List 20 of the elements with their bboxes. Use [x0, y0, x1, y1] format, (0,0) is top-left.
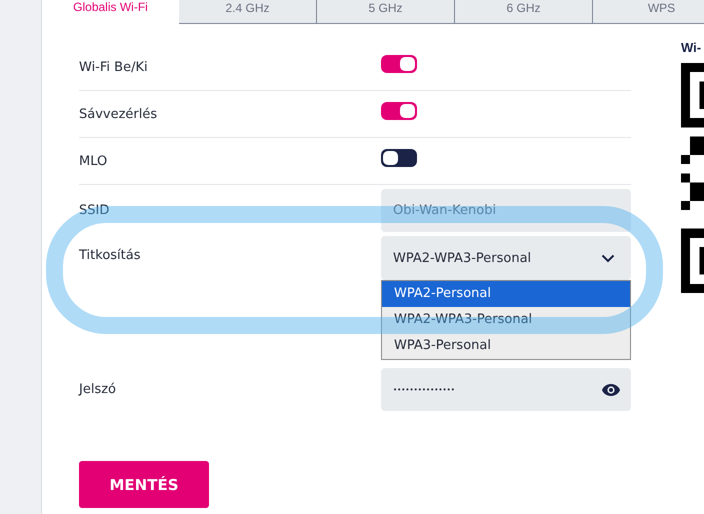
chevron-down-icon — [601, 254, 615, 262]
tab[interactable]: 5 GHz — [317, 0, 455, 24]
qr-title: Wi- — [681, 40, 702, 55]
setting-label: Titkosítás — [79, 247, 142, 263]
dropdown-option[interactable]: WPA2-Personal — [382, 281, 630, 307]
dropdown-option[interactable]: WPA3-Personal — [382, 333, 630, 359]
toggle-switch[interactable] — [381, 55, 417, 73]
eye-icon[interactable] — [601, 382, 621, 396]
setting-label: MLO — [79, 154, 108, 168]
save-button[interactable]: MENTÉS — [79, 461, 209, 508]
setting-label: Sávvezérlés — [79, 106, 158, 122]
encryption-select[interactable]: WPA2-WPA3-Personal — [381, 236, 631, 280]
tab[interactable]: 6 GHz — [455, 0, 593, 24]
setting-label: Wi-Fi Be/Ki — [79, 60, 149, 74]
toggle-switch[interactable] — [381, 102, 417, 120]
tab[interactable]: 2.4 GHz — [179, 0, 317, 24]
setting-label: Jelszó — [79, 382, 117, 397]
tab[interactable]: WPS — [593, 0, 704, 24]
setting-label: SSID — [79, 203, 110, 218]
toggle-switch[interactable] — [381, 149, 417, 167]
